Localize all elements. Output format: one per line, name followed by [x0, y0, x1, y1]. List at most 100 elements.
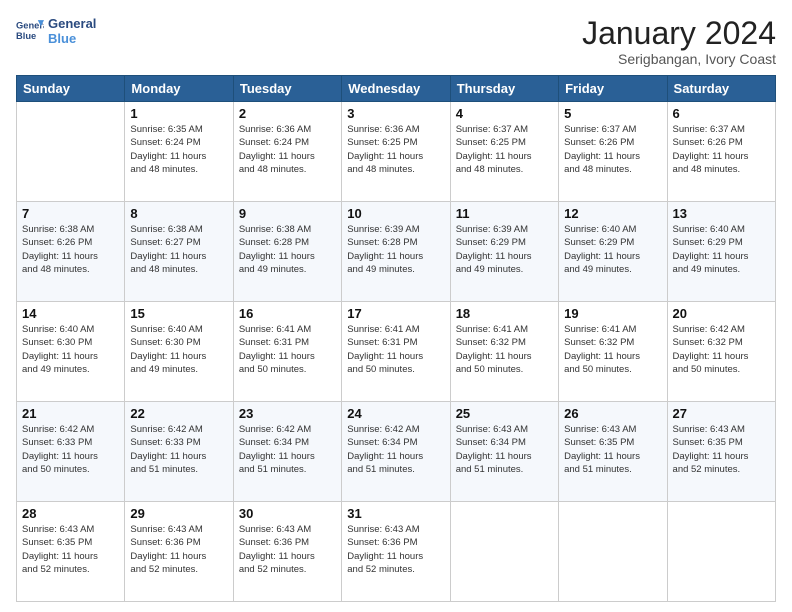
calendar-cell — [450, 502, 558, 602]
calendar-cell: 9Sunrise: 6:38 AMSunset: 6:28 PMDaylight… — [233, 202, 341, 302]
calendar-cell: 16 Sunrise: 6:41 AMSunset: 6:31 PMDayligh… — [233, 302, 341, 402]
calendar-cell: 26 Sunrise: 6:43 AMSunset: 6:35 PMDayligh… — [559, 402, 667, 502]
calendar-week-4: 21 Sunrise: 6:42 AMSunset: 6:33 PMDayligh… — [17, 402, 776, 502]
day-number: 15 — [130, 306, 227, 321]
calendar-week-1: 1 Sunrise: 6:35 AMSunset: 6:24 PMDaylight… — [17, 102, 776, 202]
calendar-cell: 4Sunrise: 6:37 AMSunset: 6:25 PMDaylight… — [450, 102, 558, 202]
calendar-cell: 12Sunrise: 6:40 AMSunset: 6:29 PMDayligh… — [559, 202, 667, 302]
calendar-table: SundayMondayTuesdayWednesdayThursdayFrid… — [16, 75, 776, 602]
day-number: 2 — [239, 106, 336, 121]
day-number: 27 — [673, 406, 770, 421]
calendar-cell: 6Sunrise: 6:37 AMSunset: 6:26 PMDaylight… — [667, 102, 775, 202]
day-number: 23 — [239, 406, 336, 421]
calendar-header-saturday: Saturday — [667, 76, 775, 102]
day-info: Sunrise: 6:42 AMSunset: 6:33 PMDaylight:… — [22, 423, 119, 476]
calendar-cell: 2 Sunrise: 6:36 AMSunset: 6:24 PMDaylight… — [233, 102, 341, 202]
day-info: Sunrise: 6:43 AMSunset: 6:36 PMDaylight:… — [130, 523, 227, 576]
calendar-header-row: SundayMondayTuesdayWednesdayThursdayFrid… — [17, 76, 776, 102]
calendar-cell: 22Sunrise: 6:42 AMSunset: 6:33 PMDayligh… — [125, 402, 233, 502]
day-info: Sunrise: 6:41 AMSunset: 6:32 PMDaylight:… — [564, 323, 661, 376]
day-number: 7 — [22, 206, 119, 221]
day-info: Sunrise: 6:41 AMSunset: 6:31 PMDaylight:… — [347, 323, 444, 376]
calendar-cell: 7Sunrise: 6:38 AMSunset: 6:26 PMDaylight… — [17, 202, 125, 302]
day-number: 1 — [130, 106, 227, 121]
header: General Blue General Blue January 2024 S… — [16, 16, 776, 67]
day-number: 24 — [347, 406, 444, 421]
calendar-header-wednesday: Wednesday — [342, 76, 450, 102]
day-number: 16 — [239, 306, 336, 321]
day-info: Sunrise: 6:36 AMSunset: 6:25 PMDaylight:… — [347, 123, 444, 176]
main-title: January 2024 — [582, 16, 776, 51]
calendar-header-sunday: Sunday — [17, 76, 125, 102]
title-block: January 2024 Serigbangan, Ivory Coast — [582, 16, 776, 67]
day-number: 14 — [22, 306, 119, 321]
calendar-header-thursday: Thursday — [450, 76, 558, 102]
calendar-cell: 27 Sunrise: 6:43 AMSunset: 6:35 PMDayligh… — [667, 402, 775, 502]
logo-text-blue: Blue — [48, 31, 96, 46]
calendar-header-friday: Friday — [559, 76, 667, 102]
calendar-cell: 18Sunrise: 6:41 AMSunset: 6:32 PMDayligh… — [450, 302, 558, 402]
calendar-week-5: 28 Sunrise: 6:43 AMSunset: 6:35 PMDayligh… — [17, 502, 776, 602]
calendar-week-2: 7Sunrise: 6:38 AMSunset: 6:26 PMDaylight… — [17, 202, 776, 302]
calendar-cell: 3 Sunrise: 6:36 AMSunset: 6:25 PMDaylight… — [342, 102, 450, 202]
calendar-cell: 29 Sunrise: 6:43 AMSunset: 6:36 PMDayligh… — [125, 502, 233, 602]
calendar-header-tuesday: Tuesday — [233, 76, 341, 102]
calendar-cell — [559, 502, 667, 602]
day-number: 11 — [456, 206, 553, 221]
day-info: Sunrise: 6:38 AMSunset: 6:27 PMDaylight:… — [130, 223, 227, 276]
calendar-cell: 24 Sunrise: 6:42 AMSunset: 6:34 PMDayligh… — [342, 402, 450, 502]
calendar-week-3: 14 Sunrise: 6:40 AMSunset: 6:30 PMDayligh… — [17, 302, 776, 402]
day-number: 17 — [347, 306, 444, 321]
day-info: Sunrise: 6:42 AMSunset: 6:32 PMDaylight:… — [673, 323, 770, 376]
day-number: 20 — [673, 306, 770, 321]
day-info: Sunrise: 6:42 AMSunset: 6:34 PMDaylight:… — [239, 423, 336, 476]
day-number: 3 — [347, 106, 444, 121]
day-number: 19 — [564, 306, 661, 321]
calendar-cell: 28 Sunrise: 6:43 AMSunset: 6:35 PMDayligh… — [17, 502, 125, 602]
day-number: 18 — [456, 306, 553, 321]
day-info: Sunrise: 6:40 AMSunset: 6:30 PMDaylight:… — [22, 323, 119, 376]
day-number: 5 — [564, 106, 661, 121]
svg-text:Blue: Blue — [16, 31, 36, 41]
day-info: Sunrise: 6:43 AMSunset: 6:35 PMDaylight:… — [673, 423, 770, 476]
day-number: 29 — [130, 506, 227, 521]
day-number: 22 — [130, 406, 227, 421]
calendar-cell: 15 Sunrise: 6:40 AMSunset: 6:30 PMDayligh… — [125, 302, 233, 402]
day-info: Sunrise: 6:35 AMSunset: 6:24 PMDaylight:… — [130, 123, 227, 176]
calendar-cell: 1 Sunrise: 6:35 AMSunset: 6:24 PMDaylight… — [125, 102, 233, 202]
day-info: Sunrise: 6:42 AMSunset: 6:34 PMDaylight:… — [347, 423, 444, 476]
day-number: 9 — [239, 206, 336, 221]
subtitle: Serigbangan, Ivory Coast — [582, 51, 776, 67]
calendar-cell: 30Sunrise: 6:43 AMSunset: 6:36 PMDayligh… — [233, 502, 341, 602]
day-info: Sunrise: 6:40 AMSunset: 6:29 PMDaylight:… — [564, 223, 661, 276]
calendar-cell: 8Sunrise: 6:38 AMSunset: 6:27 PMDaylight… — [125, 202, 233, 302]
calendar-cell: 17 Sunrise: 6:41 AMSunset: 6:31 PMDayligh… — [342, 302, 450, 402]
calendar-cell: 21 Sunrise: 6:42 AMSunset: 6:33 PMDayligh… — [17, 402, 125, 502]
day-info: Sunrise: 6:37 AMSunset: 6:26 PMDaylight:… — [564, 123, 661, 176]
day-number: 10 — [347, 206, 444, 221]
calendar-cell: 13Sunrise: 6:40 AMSunset: 6:29 PMDayligh… — [667, 202, 775, 302]
calendar-cell: 20 Sunrise: 6:42 AMSunset: 6:32 PMDayligh… — [667, 302, 775, 402]
day-info: Sunrise: 6:39 AMSunset: 6:28 PMDaylight:… — [347, 223, 444, 276]
day-number: 21 — [22, 406, 119, 421]
calendar-cell: 23 Sunrise: 6:42 AMSunset: 6:34 PMDayligh… — [233, 402, 341, 502]
calendar-cell: 11 Sunrise: 6:39 AMSunset: 6:29 PMDayligh… — [450, 202, 558, 302]
calendar-cell: 14 Sunrise: 6:40 AMSunset: 6:30 PMDayligh… — [17, 302, 125, 402]
calendar-cell — [667, 502, 775, 602]
calendar-header-monday: Monday — [125, 76, 233, 102]
logo: General Blue General Blue — [16, 16, 96, 46]
day-info: Sunrise: 6:43 AMSunset: 6:35 PMDaylight:… — [22, 523, 119, 576]
day-number: 6 — [673, 106, 770, 121]
calendar-cell: 25Sunrise: 6:43 AMSunset: 6:34 PMDayligh… — [450, 402, 558, 502]
day-number: 26 — [564, 406, 661, 421]
day-info: Sunrise: 6:43 AMSunset: 6:35 PMDaylight:… — [564, 423, 661, 476]
day-number: 28 — [22, 506, 119, 521]
calendar-cell: 31Sunrise: 6:43 AMSunset: 6:36 PMDayligh… — [342, 502, 450, 602]
day-info: Sunrise: 6:40 AMSunset: 6:30 PMDaylight:… — [130, 323, 227, 376]
day-number: 4 — [456, 106, 553, 121]
day-info: Sunrise: 6:41 AMSunset: 6:31 PMDaylight:… — [239, 323, 336, 376]
day-info: Sunrise: 6:43 AMSunset: 6:34 PMDaylight:… — [456, 423, 553, 476]
day-info: Sunrise: 6:36 AMSunset: 6:24 PMDaylight:… — [239, 123, 336, 176]
day-info: Sunrise: 6:40 AMSunset: 6:29 PMDaylight:… — [673, 223, 770, 276]
day-info: Sunrise: 6:39 AMSunset: 6:29 PMDaylight:… — [456, 223, 553, 276]
